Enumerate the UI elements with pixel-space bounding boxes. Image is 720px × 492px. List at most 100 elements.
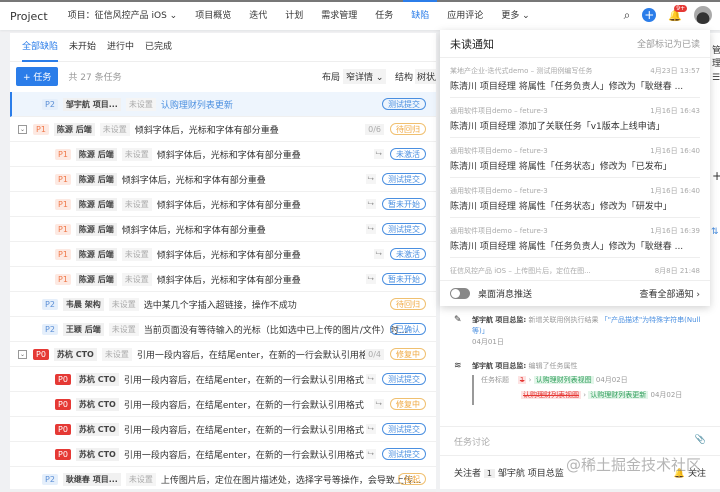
status-badge[interactable]: 测试提交 — [382, 173, 426, 185]
notification-item[interactable]: 通用软件项目demo – feture-3 1月16日 16:40 陈清川 项目经理… — [450, 138, 700, 178]
task-title[interactable]: 倾斜字体后，光标和字体有部分重叠 — [157, 198, 301, 211]
status-badge[interactable]: 挂起 — [398, 473, 426, 485]
status-badge[interactable]: 未激活 — [390, 148, 426, 160]
tab-all[interactable]: 全部缺陷 — [22, 33, 59, 62]
notification-item[interactable]: 通用软件项目demo – feture-3 1月16日 16:43 陈清川 项目经理… — [450, 98, 700, 138]
notification-time: 1月16日 16:40 — [650, 187, 700, 195]
task-title[interactable]: 当前页面没有等待输入的光标（比如选中已上传的图片/文件）时... — [144, 323, 408, 336]
notification-item[interactable]: 某地产企业-迭代式demo – 测试用例编写任务 4月23日 13:57 陈清川 项… — [450, 58, 700, 98]
status-badge[interactable]: 未激活 — [390, 248, 426, 260]
project-selector[interactable]: 项目：征信风控产品 iOS ⌄ — [68, 2, 178, 30]
status-badge[interactable]: 待回归 — [390, 298, 426, 310]
attachment-icon[interactable]: 📎 — [695, 435, 706, 445]
table-row[interactable]: P1 陈源 后端 倾斜字体后，光标和字体有部分重叠 ⮡ 测试提交 — [10, 167, 436, 192]
nav-requirements[interactable]: 需求管理 — [321, 2, 357, 30]
table-row[interactable]: P1 陈源 后端 倾斜字体后，光标和字体有部分重叠 ⮡ 测试提交 — [10, 217, 436, 242]
search-icon[interactable]: ⌕ — [624, 8, 631, 23]
nav-overview[interactable]: 项目概览 — [195, 2, 231, 30]
table-row[interactable]: P1 陈源 后端 未设置 倾斜字体后，光标和字体有部分重叠 ⮡ 暂未开始 — [10, 192, 436, 217]
nav-tasks[interactable]: 任务 — [375, 2, 393, 30]
avatar[interactable] — [694, 6, 712, 24]
tab-in-progress[interactable]: 进行中 — [107, 33, 134, 62]
list-icon[interactable]: ☰ — [712, 73, 720, 83]
add-task-button[interactable]: + 任务 — [16, 67, 59, 86]
notification-text: 陈清川 项目经理 将属性「任务状态」修改为「已发布」 — [450, 162, 672, 172]
table-row[interactable]: ⌄ P0 苏杭 CTO 未设置 引用一段内容后，在结尾enter，在新的一行会默认引用格… — [10, 342, 436, 367]
table-row[interactable]: P2 韦晨 架构 未设置 选中某几个字插入超链接，操作不成功 待回归 — [10, 292, 436, 317]
tab-not-started[interactable]: 未开始 — [69, 33, 96, 62]
nav-iteration[interactable]: 迭代 — [249, 2, 267, 30]
task-title[interactable]: 引用一段内容后，在结尾enter，在新的一行会默认引用格式 — [124, 373, 364, 386]
status-badge[interactable]: 测试提交 — [382, 448, 426, 460]
priority-badge: P2 — [42, 98, 58, 110]
notification-source: 通用软件项目demo – feture-3 — [450, 147, 548, 155]
create-icon[interactable]: + — [642, 8, 657, 22]
task-title[interactable]: 倾斜字体后，光标和字体有部分重叠 — [122, 173, 266, 186]
task-title[interactable]: 引用一段内容后，在结尾enter，在新的一行会默认引用格式 — [124, 423, 364, 436]
notification-item[interactable]: 通用软件项目demo – feture-3 1月16日 16:39 陈清川 项目经理… — [450, 218, 700, 258]
add-icon[interactable]: + — [712, 169, 720, 183]
top-nav: Project 项目：征信风控产品 iOS ⌄ 项目概览 迭代 计划 需求管理 … — [0, 0, 720, 30]
desktop-push-toggle[interactable] — [450, 288, 470, 299]
notification-source: 征信风控产品 iOS – 上传图片后，定位在图... — [450, 267, 591, 275]
task-title[interactable]: 引用一段内容后，在结尾enter，在新的一行会默认引用格式 — [137, 348, 377, 361]
table-row[interactable]: P2 王颖 后端 未设置 当前页面没有等待输入的光标（比如选中已上传的图片/文件）时.… — [10, 317, 436, 342]
status-badge[interactable]: 修复中 — [390, 398, 426, 410]
table-row[interactable]: P0 苏杭 CTO 引用一段内容后，在结尾enter，在新的一行会默认引用格式 ⮡ 测试… — [10, 417, 436, 442]
layout-select[interactable]: 窄详情 ⌄ — [343, 69, 387, 84]
expand-toggle[interactable]: ⌄ — [18, 124, 27, 134]
sort-icon[interactable]: ⇅ — [711, 227, 719, 237]
priority-badge: P0 — [33, 348, 49, 360]
table-row[interactable]: P1 陈源 后端 未设置 倾斜字体后，光标和字体有部分重叠 ⮡ 未激活 — [10, 242, 436, 267]
task-title[interactable]: 倾斜字体后，光标和字体有部分重叠 — [157, 273, 301, 286]
unset-tag: 未设置 — [99, 122, 130, 136]
status-badge[interactable]: 暂未开始 — [382, 273, 426, 285]
nav-more[interactable]: 更多 ⌄ — [501, 2, 529, 30]
table-row[interactable]: ⌄ P1 陈源 后端 未设置 倾斜字体后，光标和字体有部分重叠 0/6 待回归 — [10, 117, 436, 142]
subtask-icon: ⮡ — [373, 149, 384, 159]
status-badge[interactable]: 测试提交 — [382, 98, 426, 110]
table-row[interactable]: P1 陈源 后端 未设置 倾斜字体后，光标和字体有部分重叠 ⮡ 未激活 — [10, 142, 436, 167]
status-badge[interactable]: 修复中 — [390, 348, 426, 360]
task-title[interactable]: 选中某几个字插入超链接，操作不成功 — [144, 298, 297, 311]
task-title[interactable]: 引用一段内容后，在结尾enter，在新的一行会默认引用格式 — [124, 448, 364, 461]
table-row[interactable]: P1 陈源 后端 未设置 倾斜字体后，光标和字体有部分重叠 ⮡ 暂未开始 — [10, 267, 436, 292]
bell-icon[interactable]: 🔔 9+ — [668, 4, 688, 22]
expand-toggle[interactable]: ⌄ — [18, 349, 27, 359]
subtask-icon: ⮡ — [365, 449, 376, 459]
task-title[interactable]: 认购理财列表更新 — [161, 98, 233, 111]
structure-select[interactable]: 树状展 — [415, 69, 436, 84]
notification-item[interactable]: 通用软件项目demo – feture-3 1月16日 16:40 陈清川 项目经理… — [450, 178, 700, 218]
status-badge[interactable]: 测试提交 — [382, 223, 426, 235]
status-badge[interactable]: 已确认 — [390, 323, 426, 335]
nav-defects[interactable]: 缺陷 — [403, 0, 438, 30]
priority-badge: P1 — [55, 173, 71, 185]
status-badge[interactable]: 测试提交 — [382, 373, 426, 385]
table-row[interactable]: P2 耿继春 项目... 未设置 上传图片后，定位在图片描述处，选择字号等操作，会导致… — [10, 467, 436, 492]
discussion-input[interactable]: 任务讨论 📎 — [440, 426, 720, 454]
notification-popover: 未读通知 全部标记为已读 某地产企业-迭代式demo – 测试用例编写任务 4月23… — [440, 30, 710, 306]
new-value: 认购理财列表视图 — [533, 376, 594, 384]
priority-badge: P1 — [55, 148, 71, 160]
priority-badge: P2 — [42, 298, 58, 310]
manage-link[interactable]: 管理 — [712, 43, 720, 69]
table-row[interactable]: P0 苏杭 CTO 引用一段内容后，在结尾enter，在新的一行会默认引用格式 ⮡ 测试… — [10, 367, 436, 392]
task-title[interactable]: 倾斜字体后，光标和字体有部分重叠 — [157, 148, 301, 161]
subtask-icon: ⮡ — [373, 399, 384, 409]
status-badge[interactable]: 测试提交 — [382, 423, 426, 435]
tab-done[interactable]: 已完成 — [145, 33, 172, 62]
task-title[interactable]: 倾斜字体后，光标和字体有部分重叠 — [157, 248, 301, 261]
status-badge[interactable]: 暂未开始 — [382, 198, 426, 210]
table-row[interactable]: P0 苏杭 CTO 引用一段内容后，在结尾enter，在新的一行会默认引用格式 ⮡ 测试… — [10, 442, 436, 467]
table-row[interactable]: P2 邹宇航 项目... 未设置 认购理财列表更新 测试提交 — [10, 92, 436, 117]
mark-all-read-button[interactable]: 全部标记为已读 — [637, 37, 700, 50]
status-badge[interactable]: 待回归 — [390, 123, 426, 135]
task-title[interactable]: 倾斜字体后，光标和字体有部分重叠 — [122, 223, 266, 236]
nav-plan[interactable]: 计划 — [285, 2, 303, 30]
task-title[interactable]: 上传图片后，定位在图片描述处，选择字号等操作，会导致上传... — [161, 473, 422, 486]
view-all-link[interactable]: 查看全部通知 › — [640, 287, 700, 300]
task-title[interactable]: 倾斜字体后，光标和字体有部分重叠 — [135, 123, 279, 136]
nav-app-reviews[interactable]: 应用评论 — [447, 2, 483, 30]
task-title[interactable]: 引用一段内容后，在结尾enter，在新的一行会默认引用格式 — [124, 398, 364, 411]
table-row[interactable]: P0 苏杭 CTO 引用一段内容后，在结尾enter，在新的一行会默认引用格式 ⮡ 修复… — [10, 392, 436, 417]
